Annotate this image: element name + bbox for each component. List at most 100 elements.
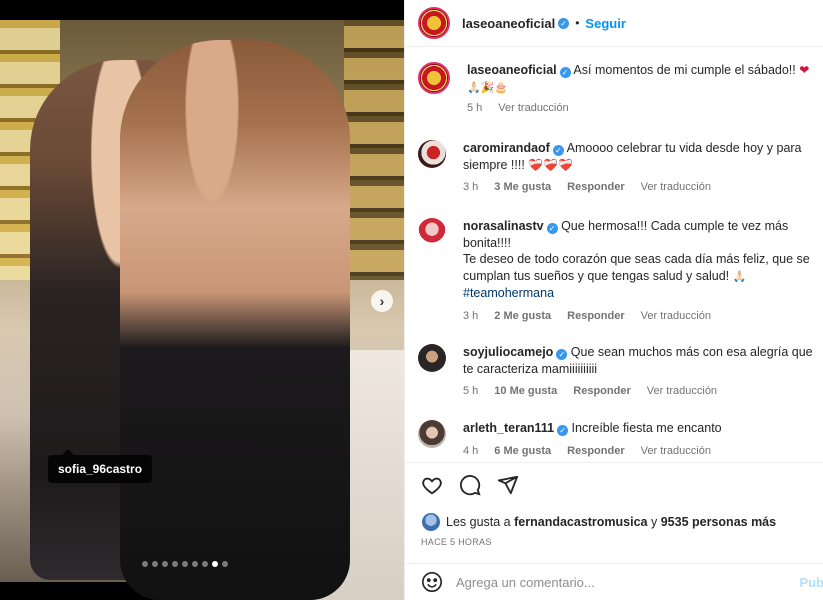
user-tag[interactable]: sofia_96castro (48, 449, 153, 483)
post-photo[interactable]: › sofia_96castro (0, 0, 404, 600)
comment-text-2: Te deseo de todo corazón que seas cada d… (463, 252, 810, 283)
post-time: HACE 5 HORAS (421, 537, 492, 547)
comment-username[interactable]: arleth_teran111 (463, 421, 554, 435)
comment-likes[interactable]: 6 Me gusta (494, 443, 551, 460)
comment: norasalinastv ✓ Que hermosa!!! Cada cumpl… (418, 218, 818, 324)
hashtag-link[interactable]: #teamohermana (463, 286, 554, 300)
translate-link[interactable]: Ver traducción (641, 308, 711, 325)
comment-time: 3 h (463, 309, 479, 322)
reply-button[interactable]: Responder (573, 383, 630, 400)
next-photo-button[interactable]: › (371, 290, 393, 312)
comment-likes[interactable]: 2 Me gusta (494, 308, 551, 325)
comment-body: soyjuliocamejo ✓ Que sean muchos más con … (463, 344, 813, 400)
caption-emoji: 🙏🏻🎉🎂 (467, 81, 509, 94)
author-avatar[interactable] (418, 7, 450, 39)
verified-icon: ✓ (552, 145, 564, 156)
translate-link[interactable]: Ver traducción (641, 179, 711, 196)
likes-prefix: Les gusta a (446, 515, 511, 529)
post-sidebar: laseoaneoficial ✓ • Seguir laseoaneofici… (404, 0, 823, 600)
carousel-dot (202, 561, 208, 567)
comment-username[interactable]: norasalinastv (463, 219, 544, 233)
carousel-dot (192, 561, 198, 567)
caption-username[interactable]: laseoaneoficial (467, 63, 557, 77)
comment-meta: 3 h 2 Me gusta Responder Ver traducción (463, 308, 813, 325)
post-header: laseoaneoficial ✓ • Seguir (405, 0, 823, 47)
translate-link[interactable]: Ver traducción (641, 443, 711, 460)
follow-button[interactable]: Seguir (585, 16, 625, 31)
carousel-dot (222, 561, 228, 567)
verified-icon: ✓ (546, 223, 558, 234)
heart-icon: ❤ (799, 63, 810, 77)
comment-likes[interactable]: 3 Me gusta (494, 179, 551, 196)
likes-mid: y (651, 515, 658, 529)
publish-button[interactable]: Pub (799, 575, 823, 590)
post-actions (405, 462, 823, 510)
comments-list[interactable]: laseoaneoficial ✓ Así momentos de mi cump… (405, 48, 823, 462)
likes-count[interactable]: 9535 personas más (661, 515, 776, 529)
comment-time: 4 h (463, 444, 479, 457)
reply-button[interactable]: Responder (567, 443, 624, 460)
carousel-dot (172, 561, 178, 567)
carousel-dot (142, 561, 148, 567)
caption-time: 5 h (467, 102, 483, 114)
caption: laseoaneoficial ✓ Así momentos de mi cump… (418, 62, 818, 117)
comment-bubble-icon (459, 475, 481, 496)
comment-text: Increíble fiesta me encanto (571, 421, 722, 435)
translate-link[interactable]: Ver traducción (498, 100, 568, 117)
caption-avatar[interactable] (418, 62, 450, 94)
translate-link[interactable]: Ver traducción (647, 383, 717, 400)
comment-avatar[interactable] (418, 420, 446, 448)
photo-image (0, 20, 404, 600)
share-button[interactable] (497, 474, 519, 499)
comment-input[interactable] (456, 574, 776, 590)
comment-meta: 5 h 10 Me gusta Responder Ver traducción (463, 383, 813, 400)
comment-emoji: ❤️‍🩹❤️‍🩹❤️‍🩹 (528, 157, 574, 172)
comment-avatar[interactable] (418, 344, 446, 372)
reply-button[interactable]: Responder (567, 308, 624, 325)
caption-body: laseoaneoficial ✓ Así momentos de mi cump… (467, 62, 817, 117)
carousel-dot (152, 561, 158, 567)
like-button[interactable] (421, 474, 443, 499)
comment-likes[interactable]: 10 Me gusta (494, 383, 557, 400)
verified-icon: ✓ (556, 349, 568, 360)
carousel-dot-active (212, 561, 218, 567)
comment-emoji: 🙏🏻 (732, 270, 747, 283)
comment-username[interactable]: soyjuliocamejo (463, 345, 553, 359)
verified-icon: ✓ (558, 17, 570, 29)
paper-plane-icon (497, 475, 519, 495)
comment-time: 3 h (463, 181, 479, 193)
emoji-smile-icon[interactable] (421, 571, 443, 593)
comment-time: 5 h (463, 385, 479, 397)
comment-button[interactable] (459, 474, 481, 499)
caption-meta: 5 h Ver traducción (467, 100, 817, 117)
comment-meta: 3 h 3 Me gusta Responder Ver traducción (463, 179, 813, 196)
comment: arleth_teran111 ✓ Increíble fiesta me enc… (418, 420, 818, 459)
user-tag-label: sofia_96castro (58, 462, 143, 476)
author-username[interactable]: laseoaneoficial (462, 16, 555, 31)
person-right (120, 40, 350, 600)
heart-outline-icon (422, 477, 442, 495)
background-shelf-right (344, 20, 404, 280)
verified-icon: ✓ (557, 425, 569, 436)
comment: caromirandaof ✓ Amoooo celebrar tu vida d… (418, 140, 818, 196)
comment: soyjuliocamejo ✓ Que sean muchos más con … (418, 344, 818, 400)
carousel-dot (182, 561, 188, 567)
comment-avatar[interactable] (418, 218, 446, 246)
verified-icon: ✓ (559, 67, 571, 78)
comment-body: arleth_teran111 ✓ Increíble fiesta me enc… (463, 420, 813, 459)
carousel-dot (162, 561, 168, 567)
caption-text: Así momentos de mi cumple el sábado!! (573, 63, 796, 77)
separator-dot: • (575, 16, 580, 30)
liker-avatar (422, 513, 440, 531)
comment-meta: 4 h 6 Me gusta Responder Ver traducción (463, 443, 813, 460)
post-viewer: › sofia_96castro laseoaneoficial ✓ • Seg… (0, 0, 823, 600)
comment-avatar[interactable] (418, 140, 446, 168)
reply-button[interactable]: Responder (567, 179, 624, 196)
comment-body: norasalinastv ✓ Que hermosa!!! Cada cumpl… (463, 218, 813, 324)
likes-summary[interactable]: Les gusta a fernandacastromusica y 9535 … (422, 513, 776, 531)
add-comment-bar: Pub (405, 563, 823, 600)
liker-username[interactable]: fernandacastromusica (514, 515, 647, 529)
comment-body: caromirandaof ✓ Amoooo celebrar tu vida d… (463, 140, 813, 196)
carousel-dots (142, 561, 228, 567)
comment-username[interactable]: caromirandaof (463, 141, 550, 155)
